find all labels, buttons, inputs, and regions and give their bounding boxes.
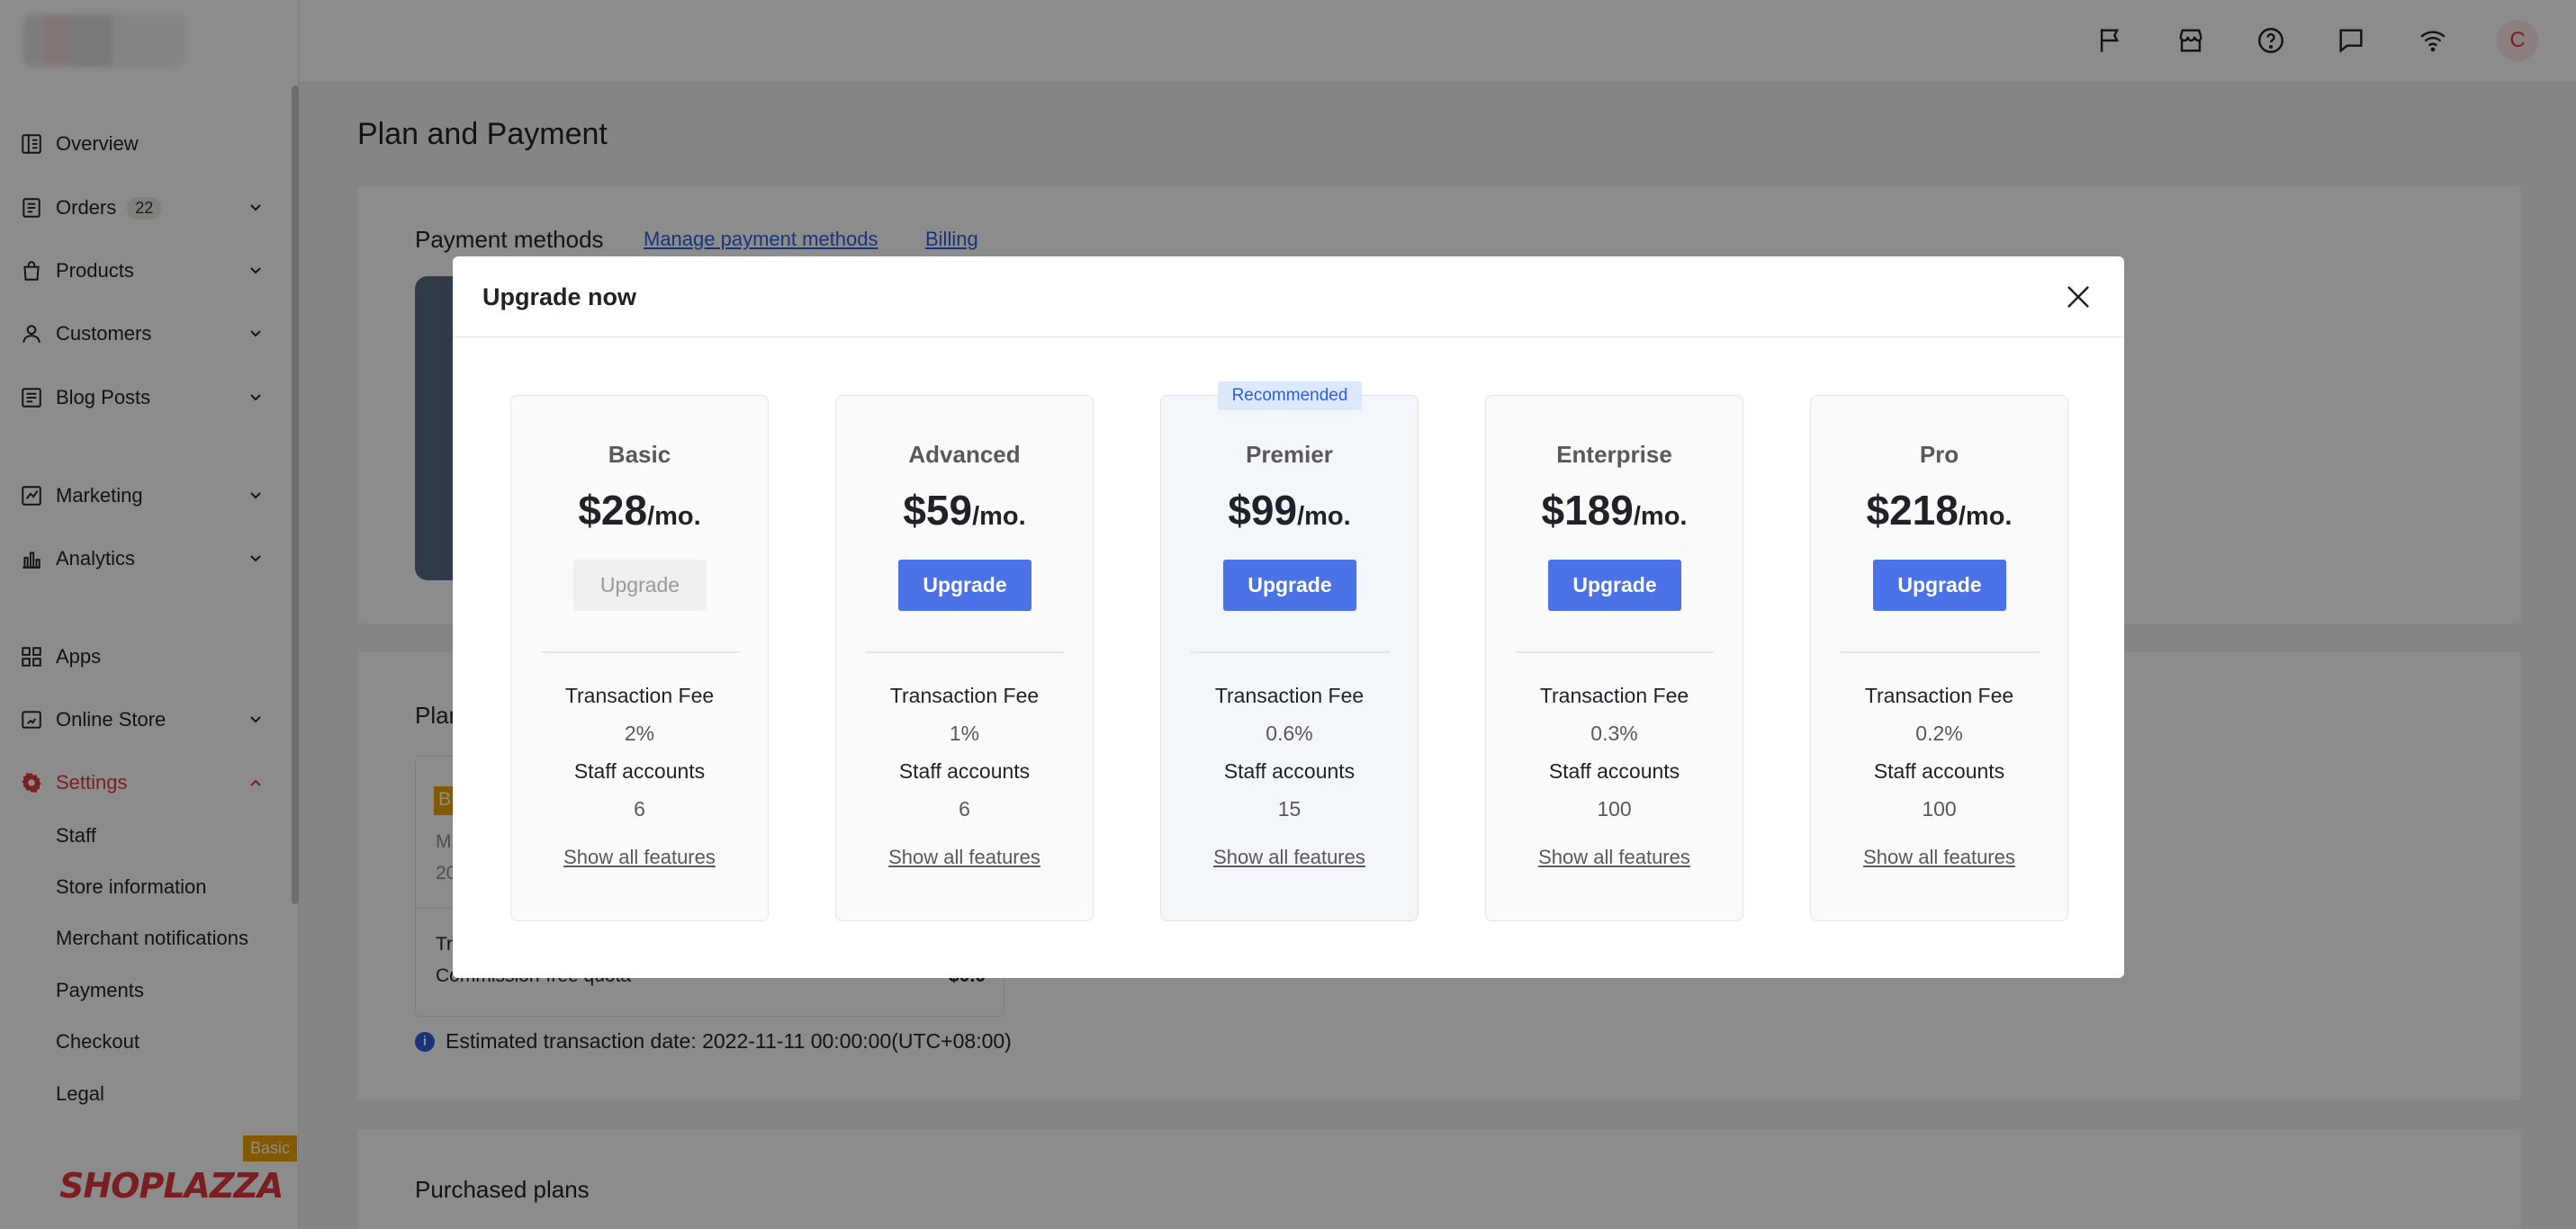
staff-accounts-label: Staff accounts	[1873, 759, 2005, 783]
price-amount: $218	[1866, 487, 1959, 534]
transaction-fee-value: 0.3%	[1590, 722, 1638, 745]
plan-card-pro: Pro $218/mo. Upgrade Transaction Fee 0.2% Sta…	[1810, 395, 2068, 921]
plan-card-advanced: Advanced $59/mo. Upgrade Transaction Fee 1% S…	[835, 395, 1094, 921]
plan-name: Basic	[608, 441, 671, 468]
plan-divider	[1841, 651, 2040, 653]
staff-accounts-value: 100	[1597, 797, 1632, 821]
close-icon	[2067, 286, 2089, 308]
staff-accounts-label: Staff accounts	[1223, 759, 1356, 783]
plan-price: $59/mo.	[836, 486, 1093, 534]
transaction-fee-value: 0.2%	[1915, 722, 1963, 745]
plan-price: $99/mo.	[1161, 486, 1418, 534]
price-amount: $59	[903, 487, 973, 534]
show-all-features-link[interactable]: Show all features	[1486, 846, 1743, 869]
price-amount: $99	[1228, 487, 1298, 534]
upgrade-modal: Upgrade now Basic $28/mo. Upgrade Transacti…	[453, 256, 2124, 978]
staff-accounts-label: Staff accounts	[1548, 759, 1680, 783]
plan-card-enterprise: Enterprise $189/mo. Upgrade Transaction Fee…	[1485, 395, 1743, 921]
transaction-fee-label: Transaction Fee	[564, 684, 715, 707]
modal-title: Upgrade now	[482, 283, 637, 310]
upgrade-button-basic: Upgrade	[573, 560, 707, 611]
staff-accounts-label: Staff accounts	[573, 759, 706, 783]
plan-price: $28/mo.	[511, 486, 768, 534]
transaction-fee-label: Transaction Fee	[889, 684, 1040, 707]
plan-divider	[1191, 651, 1390, 653]
price-period: /mo.	[647, 502, 701, 531]
plan-divider	[1516, 651, 1715, 653]
plan-divider	[541, 651, 740, 653]
price-period: /mo.	[1297, 502, 1351, 531]
upgrade-button-premier[interactable]: Upgrade	[1223, 560, 1356, 611]
show-all-features-link[interactable]: Show all features	[511, 846, 768, 869]
plan-name: Pro	[1919, 441, 1959, 468]
show-all-features-link[interactable]: Show all features	[1161, 846, 1418, 869]
price-period: /mo.	[1633, 502, 1688, 531]
staff-accounts-value: 6	[634, 797, 645, 821]
plan-name: Advanced	[908, 441, 1021, 468]
transaction-fee-label: Transaction Fee	[1864, 684, 2014, 707]
plan-price: $189/mo.	[1486, 486, 1743, 534]
transaction-fee-value: 1%	[949, 722, 980, 745]
price-amount: $28	[578, 487, 648, 534]
show-all-features-link[interactable]: Show all features	[1811, 846, 2067, 869]
transaction-fee-value: 0.6%	[1265, 722, 1313, 745]
recommended-tag: Recommended	[1218, 381, 1362, 410]
plan-name: Premier	[1246, 441, 1333, 468]
staff-accounts-value: 15	[1277, 797, 1302, 821]
price-amount: $189	[1541, 487, 1634, 534]
plan-card-basic: Basic $28/mo. Upgrade Transaction Fee 2% Staf…	[510, 395, 769, 921]
modal-header: Upgrade now	[453, 256, 2124, 337]
price-period: /mo.	[972, 502, 1026, 531]
staff-accounts-value: 6	[959, 797, 970, 821]
transaction-fee-label: Transaction Fee	[1539, 684, 1689, 707]
show-all-features-link[interactable]: Show all features	[836, 846, 1093, 869]
price-period: /mo.	[1958, 502, 2013, 531]
upgrade-button-advanced[interactable]: Upgrade	[898, 560, 1031, 611]
upgrade-button-pro[interactable]: Upgrade	[1873, 560, 2006, 611]
close-button[interactable]	[2061, 280, 2095, 314]
staff-accounts-label: Staff accounts	[898, 759, 1031, 783]
upgrade-button-enterprise[interactable]: Upgrade	[1548, 560, 1681, 611]
staff-accounts-value: 100	[1922, 797, 1957, 821]
plan-name: Enterprise	[1556, 441, 1672, 468]
plan-divider	[866, 651, 1065, 653]
transaction-fee-label: Transaction Fee	[1214, 684, 1365, 707]
transaction-fee-value: 2%	[624, 722, 655, 745]
plan-card-premier: Recommended Premier $99/mo. Upgrade Transact…	[1160, 381, 1419, 921]
plan-price: $218/mo.	[1811, 486, 2067, 534]
